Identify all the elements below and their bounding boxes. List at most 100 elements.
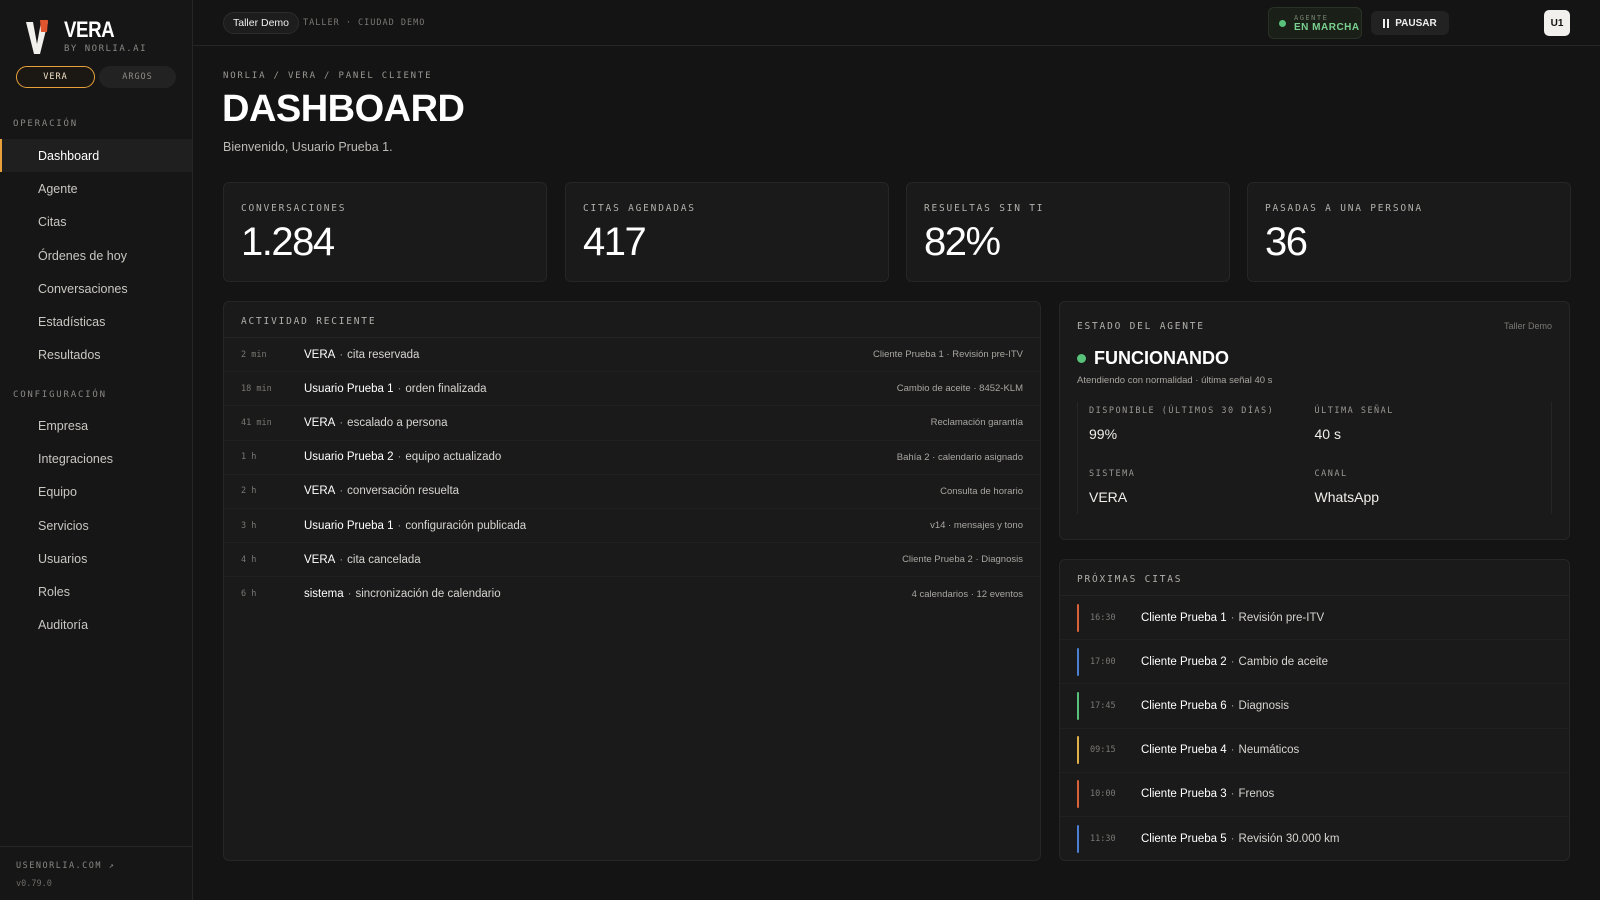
activity-time: 2 h xyxy=(241,486,257,497)
sidebar-item-equipo[interactable]: Equipo xyxy=(0,476,192,509)
sidebar-item-resultados[interactable]: Resultados xyxy=(0,339,192,372)
activity-row[interactable]: 2 min VERA · cita reservada Cliente Prueb… xyxy=(224,338,1040,373)
sidebar-item-roles[interactable]: Roles xyxy=(0,575,192,608)
brand[interactable]: VERA BY NORLIA.AI xyxy=(26,18,147,56)
metric-system: SISTEMA VERA xyxy=(1089,469,1315,514)
activity-detail: Cambio de aceite · 8452-KLM xyxy=(896,383,1023,395)
app-root: VERA BY NORLIA.AI VERA ARGOS OPERACIÓN D… xyxy=(0,0,1600,900)
kpi-label: CONVERSACIONES xyxy=(241,203,347,214)
activity-detail: v14 · mensajes y tono xyxy=(930,520,1023,532)
appointment-time: 10:00 xyxy=(1090,789,1116,800)
sidebar-item-auditoria[interactable]: Auditoría xyxy=(0,609,192,642)
activity-actor: VERA xyxy=(304,553,336,566)
appointment-client: Cliente Prueba 4 xyxy=(1141,744,1227,757)
sidebar-item-estadisticas[interactable]: Estadísticas xyxy=(0,305,192,338)
sidebar-item-citas[interactable]: Citas xyxy=(0,206,192,239)
pause-agent-button[interactable]: PAUSAR xyxy=(1371,11,1449,35)
website-link[interactable]: USENORLIA.COM ↗ xyxy=(16,861,176,871)
status-dot-icon xyxy=(1077,354,1086,363)
activity-row[interactable]: 41 min VERA · escalado a persona Reclamac… xyxy=(224,406,1040,441)
metric-value: WhatsApp xyxy=(1314,489,1380,505)
activity-time: 4 h xyxy=(241,554,257,565)
agent-state-panel: ESTADO DEL AGENTE Taller Demo FUNCIONAND… xyxy=(1059,301,1570,540)
sidebar-item-conversaciones[interactable]: Conversaciones xyxy=(0,272,192,305)
appointment-service: Neumáticos xyxy=(1238,744,1300,757)
activity-row[interactable]: 6 h sistema · sincronización de calendari… xyxy=(224,577,1040,611)
activity-time: 2 min xyxy=(241,349,267,360)
appointment-item[interactable]: 09:15 Cliente Prueba 4 · Neumáticos xyxy=(1060,729,1569,773)
kpi-card-citas: CITAS AGENDADAS 417 xyxy=(565,182,889,282)
appointment-service: Frenos xyxy=(1238,788,1275,801)
pause-button-label: PAUSAR xyxy=(1395,17,1437,29)
welcome-message: Bienvenido, Usuario Prueba 1. xyxy=(223,140,393,154)
agent-metrics-grid: DISPONIBLE (ÚLTIMOS 30 DÍAS) 99% ÚLTIMA … xyxy=(1077,402,1552,514)
sidebar-item-dashboard[interactable]: Dashboard xyxy=(0,139,192,173)
upcoming-appointments-panel: PRÓXIMAS CITAS 16:30 Cliente Prueba 1 · R… xyxy=(1059,559,1570,861)
brand-byline: BY NORLIA.AI xyxy=(64,44,148,54)
appointment-client: Cliente Prueba 3 xyxy=(1141,788,1227,801)
kpi-value: 82% xyxy=(924,220,1001,264)
sidebar-item-ordenes[interactable]: Órdenes de hoy xyxy=(0,239,192,272)
nav-list-config: Empresa Integraciones Equipo Servicios U… xyxy=(0,409,192,642)
appointment-item[interactable]: 17:00 Cliente Prueba 2 · Cambio de aceite xyxy=(1060,640,1569,685)
sidebar-item-empresa[interactable]: Empresa xyxy=(0,409,192,442)
breadcrumb: NORLIA / VERA / PANEL CLIENTE xyxy=(223,71,433,81)
user-avatar[interactable]: U1 xyxy=(1544,10,1570,36)
appointment-item[interactable]: 16:30 Cliente Prueba 1 · Revisión pre-ITV xyxy=(1060,596,1569,641)
appointment-time: 17:45 xyxy=(1090,700,1116,711)
sidebar-item-integraciones[interactable]: Integraciones xyxy=(0,442,192,475)
appointment-item[interactable]: 17:45 Cliente Prueba 6 · Diagnosis xyxy=(1060,684,1569,729)
activity-actor: Usuario Prueba 1 xyxy=(304,519,394,532)
brand-name: VERA xyxy=(64,17,115,42)
kpi-value: 36 xyxy=(1265,220,1308,264)
activity-actor: Usuario Prueba 2 xyxy=(304,451,394,464)
activity-row[interactable]: 18 min Usuario Prueba 1 · orden finalizad… xyxy=(224,372,1040,407)
sidebar: VERA BY NORLIA.AI VERA ARGOS OPERACIÓN D… xyxy=(0,0,193,900)
metric-label: CANAL xyxy=(1314,469,1348,479)
activity-row[interactable]: 3 h Usuario Prueba 1 · configuración publ… xyxy=(224,509,1040,544)
appointment-service: Revisión pre-ITV xyxy=(1238,611,1325,624)
activity-row[interactable]: 4 h VERA · cita cancelada Cliente Prueba … xyxy=(224,543,1040,578)
agent-status-indicator[interactable]: AGENTE EN MARCHA xyxy=(1268,7,1362,39)
activity-action: equipo actualizado xyxy=(405,451,502,464)
agent-state-status: FUNCIONANDO xyxy=(1094,348,1229,368)
activity-row[interactable]: 2 h VERA · conversación resuelta Consulta… xyxy=(224,475,1040,509)
product-switch: VERA ARGOS xyxy=(16,66,176,88)
activity-action: escalado a persona xyxy=(347,416,448,429)
product-tab-vera[interactable]: VERA xyxy=(16,66,95,88)
sidebar-item-servicios[interactable]: Servicios xyxy=(0,509,192,542)
sidebar-item-usuarios[interactable]: Usuarios xyxy=(0,542,192,575)
activity-detail: 4 calendarios · 12 eventos xyxy=(911,588,1023,600)
activity-action: orden finalizada xyxy=(405,382,487,395)
activity-action: cita cancelada xyxy=(347,553,421,566)
sidebar-item-agente[interactable]: Agente xyxy=(0,172,192,205)
panel-title: PRÓXIMAS CITAS xyxy=(1060,560,1569,596)
appointment-time: 09:15 xyxy=(1090,745,1116,756)
agent-state-shop: Taller Demo xyxy=(1503,321,1552,331)
appointment-item[interactable]: 10:00 Cliente Prueba 3 · Frenos xyxy=(1060,773,1569,817)
kpi-label: RESUELTAS SIN TI xyxy=(924,203,1045,214)
appointment-client: Cliente Prueba 5 xyxy=(1141,833,1227,846)
metric-availability: DISPONIBLE (ÚLTIMOS 30 DÍAS) 99% xyxy=(1089,406,1315,451)
shop-selector-chip[interactable]: Taller Demo xyxy=(223,12,300,34)
kpi-card-conversaciones: CONVERSACIONES 1.284 xyxy=(223,182,547,282)
activity-actor: Usuario Prueba 1 xyxy=(304,382,394,395)
activity-action: cita reservada xyxy=(347,348,420,361)
appointment-client: Cliente Prueba 6 xyxy=(1141,699,1227,712)
kpi-card-pasadas: PASADAS A UNA PERSONA 36 xyxy=(1247,182,1571,282)
agent-status-text: EN MARCHA xyxy=(1294,21,1360,33)
metric-channel: CANAL WhatsApp xyxy=(1315,469,1541,514)
panel-title: ESTADO DEL AGENTE xyxy=(1077,321,1205,332)
activity-time: 3 h xyxy=(241,520,257,531)
kpi-value: 1.284 xyxy=(241,220,335,264)
metric-last-signal: ÚLTIMA SEÑAL 40 s xyxy=(1315,406,1541,451)
appointment-client: Cliente Prueba 2 xyxy=(1141,655,1227,668)
activity-detail: Cliente Prueba 1 · Revisión pre-ITV xyxy=(873,349,1023,361)
product-tab-argos[interactable]: ARGOS xyxy=(99,66,176,88)
appointment-client: Cliente Prueba 1 xyxy=(1141,611,1227,624)
activity-row[interactable]: 1 h Usuario Prueba 2 · equipo actualizado… xyxy=(224,441,1040,475)
kpi-label: CITAS AGENDADAS xyxy=(583,203,696,214)
page-title: DASHBOARD xyxy=(222,88,465,130)
appointment-item[interactable]: 11:30 Cliente Prueba 5 · Revisión 30.000 … xyxy=(1060,817,1569,861)
agent-status-caption: AGENTE xyxy=(1294,13,1329,22)
